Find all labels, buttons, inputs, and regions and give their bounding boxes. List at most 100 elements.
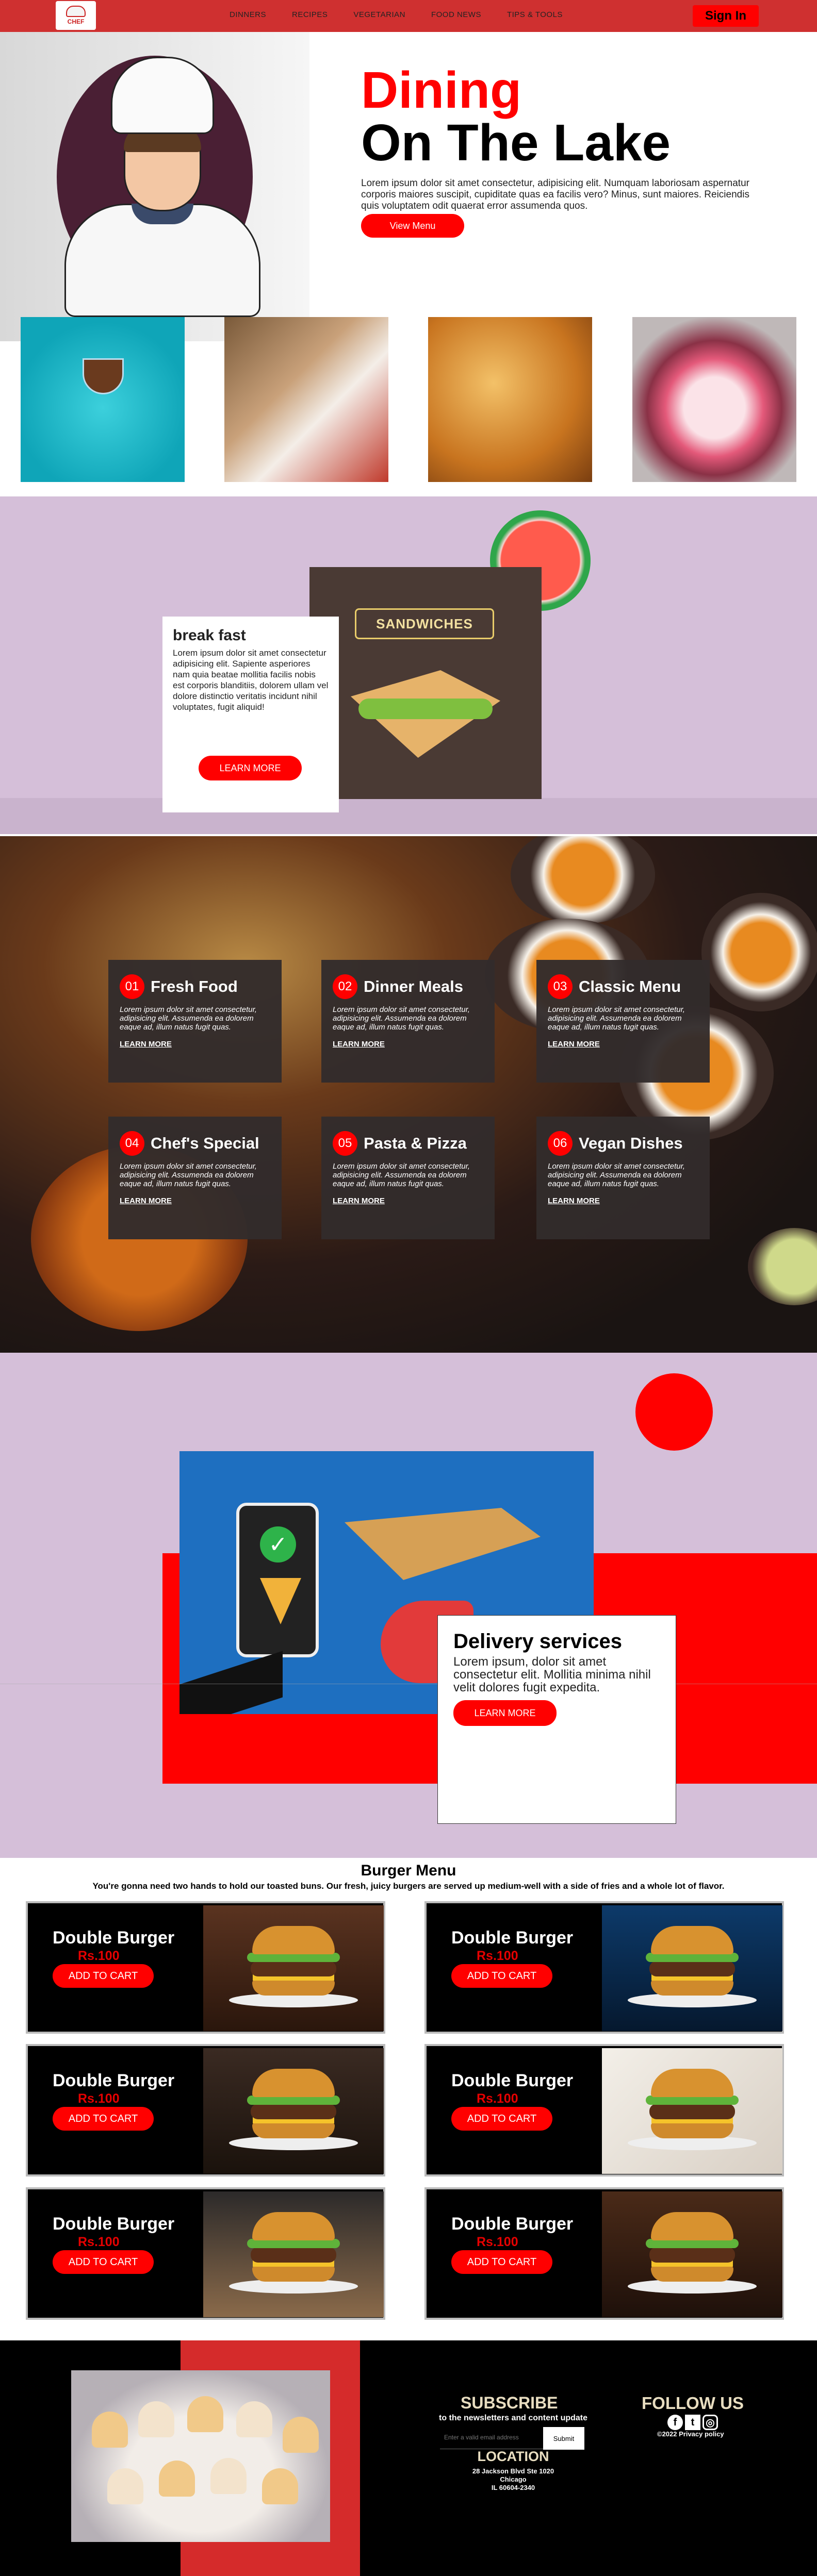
copyright-privacy[interactable]: ©2022 Privacy policy (657, 2430, 724, 2438)
burger-image (203, 1905, 384, 2031)
service-number-badge: 01 (120, 974, 144, 999)
delivery-paragraph: Lorem ipsum, dolor sit amet consectetur … (453, 1655, 651, 1694)
service-learn-more-link[interactable]: LEARN MORE (333, 1196, 483, 1205)
burger-price: Rs.100 (78, 1949, 120, 1963)
add-to-cart-button[interactable]: ADD TO CART (53, 2107, 154, 2131)
nav-item-vegetarian[interactable]: VEGETARIAN (353, 10, 405, 19)
chef-hat-icon (111, 57, 214, 134)
add-to-cart-button[interactable]: ADD TO CART (451, 2250, 552, 2274)
food-bowl-image (511, 836, 655, 924)
burger-price: Rs.100 (477, 2091, 518, 2106)
sandwich-poster-title: SANDWICHES (355, 608, 494, 639)
chef-logo-icon[interactable]: CHEF (56, 1, 96, 30)
delivery-title: Delivery services (453, 1630, 622, 1653)
email-input[interactable] (440, 2425, 543, 2449)
nav-item-dinners[interactable]: DINNERS (230, 10, 266, 19)
address-line: IL 60604-2340 (491, 2484, 535, 2491)
sandwich-image: SANDWICHES (309, 567, 542, 799)
service-text: Lorem ipsum dolor sit amet consectetur, … (548, 1005, 685, 1032)
burger-name: Double Burger (53, 2214, 175, 2234)
instagram-icon[interactable]: ◎ (702, 2415, 718, 2430)
service-number-badge: 05 (333, 1131, 357, 1156)
burger-image (602, 1905, 782, 2031)
address-line: 28 Jackson Blvd Ste 1020 (472, 2467, 554, 2475)
service-number-badge: 04 (120, 1131, 144, 1156)
delivery-boxes-icon (345, 1508, 541, 1580)
subscribe-text: to the newsletters and content update (438, 2414, 588, 2422)
service-card-dinner-meals: 02 Dinner Meals Lorem ipsum dolor sit ame… (321, 960, 495, 1083)
burger-card: Double Burger Rs.100 ADD TO CART (26, 2187, 385, 2320)
breakfast-paragraph: Lorem ipsum dolor sit amet consectetur a… (173, 648, 329, 712)
food-bowl-image (748, 1228, 817, 1305)
burger-menu-title: Burger Menu (361, 1862, 456, 1879)
pizza-slice-icon (260, 1578, 301, 1624)
social-links: f t ◎ (667, 2415, 718, 2430)
service-card-chefs-special: 04 Chef's Special Lorem ipsum dolor sit a… (108, 1117, 282, 1239)
burger-image (203, 2048, 384, 2174)
cupcakes-image (71, 2370, 330, 2542)
facebook-icon[interactable]: f (667, 2415, 683, 2430)
burger-name: Double Burger (451, 2214, 574, 2234)
service-title: Vegan Dishes (579, 1134, 683, 1152)
burger-card: Double Burger Rs.100 ADD TO CART (26, 2044, 385, 2176)
service-card-fresh-food: 01 Fresh Food Lorem ipsum dolor sit amet … (108, 960, 282, 1083)
nav-item-recipes[interactable]: RECIPES (292, 10, 328, 19)
hero-title-line2: On The Lake (361, 114, 671, 172)
location-title: LOCATION (477, 2449, 549, 2464)
service-number-badge: 02 (333, 974, 357, 999)
service-text: Lorem ipsum dolor sit amet consectetur, … (548, 1162, 685, 1188)
add-to-cart-button[interactable]: ADD TO CART (53, 1964, 154, 1988)
add-to-cart-button[interactable]: ADD TO CART (53, 2250, 154, 2274)
service-card-classic-menu: 03 Classic Menu Lorem ipsum dolor sit ame… (536, 960, 710, 1083)
delivery-card: Delivery services Lorem ipsum, dolor sit… (437, 1615, 676, 1824)
burger-name: Double Burger (53, 1928, 175, 1948)
sandwich-lettuce (358, 699, 493, 719)
service-learn-more-link[interactable]: LEARN MORE (120, 1040, 270, 1049)
twitter-icon[interactable]: t (685, 2415, 700, 2430)
subscribe-title: SUBSCRIBE (461, 2394, 558, 2412)
burger-price: Rs.100 (78, 2091, 120, 2106)
service-learn-more-link[interactable]: LEARN MORE (548, 1196, 698, 1205)
add-to-cart-button[interactable]: ADD TO CART (451, 2107, 552, 2131)
service-title: Pasta & Pizza (364, 1134, 467, 1152)
service-number-badge: 03 (548, 974, 573, 999)
gallery-image-cake (632, 317, 796, 482)
gallery-image-ice-cream (21, 317, 185, 482)
burger-name: Double Burger (451, 2071, 574, 2090)
service-title: Chef's Special (151, 1134, 259, 1152)
service-title: Classic Menu (579, 977, 681, 995)
burger-card: Double Burger Rs.100 ADD TO CART (424, 2044, 784, 2176)
nav-item-food-news[interactable]: FOOD NEWS (431, 10, 481, 19)
service-title: Dinner Meals (364, 977, 463, 995)
sign-in-button[interactable]: Sign In (693, 5, 759, 27)
service-number-badge: 06 (548, 1131, 573, 1156)
submit-button[interactable]: Submit (543, 2427, 584, 2450)
delivery-learn-more-button[interactable]: LEARN MORE (453, 1700, 557, 1726)
nav-menu: DINNERS RECIPES VEGETARIAN FOOD NEWS TIP… (230, 10, 563, 19)
service-learn-more-link[interactable]: LEARN MORE (120, 1196, 270, 1205)
gallery-image-croissants (428, 317, 592, 482)
top-nav: CHEF DINNERS RECIPES VEGETARIAN FOOD NEW… (0, 0, 817, 32)
check-icon: ✓ (260, 1526, 296, 1563)
breakfast-card: break fast Lorem ipsum dolor sit amet co… (162, 617, 339, 812)
burger-image (602, 2191, 782, 2317)
nav-item-tips-tools[interactable]: TIPS & TOOLS (507, 10, 563, 19)
burger-name: Double Burger (53, 2071, 175, 2090)
service-card-pasta-pizza: 05 Pasta & Pizza Lorem ipsum dolor sit am… (321, 1117, 495, 1239)
burger-image (203, 2191, 384, 2317)
phone-icon: ✓ (236, 1503, 319, 1657)
burger-card: Double Burger Rs.100 ADD TO CART (424, 2187, 784, 2320)
service-learn-more-link[interactable]: LEARN MORE (333, 1040, 483, 1049)
service-learn-more-link[interactable]: LEARN MORE (548, 1040, 698, 1049)
gallery-image-desserts (224, 317, 388, 482)
food-bowl-image (701, 893, 817, 1011)
hand-sleeve (179, 1651, 283, 1714)
breakfast-learn-more-button[interactable]: LEARN MORE (199, 756, 302, 780)
logo-text: CHEF (67, 18, 85, 25)
burger-price: Rs.100 (78, 2235, 120, 2249)
breakfast-title: break fast (173, 627, 246, 644)
hero-paragraph: Lorem ipsum dolor sit amet consectetur, … (361, 178, 749, 211)
service-text: Lorem ipsum dolor sit amet consectetur, … (333, 1005, 470, 1032)
add-to-cart-button[interactable]: ADD TO CART (451, 1964, 552, 1988)
view-menu-button[interactable]: View Menu (361, 214, 464, 238)
